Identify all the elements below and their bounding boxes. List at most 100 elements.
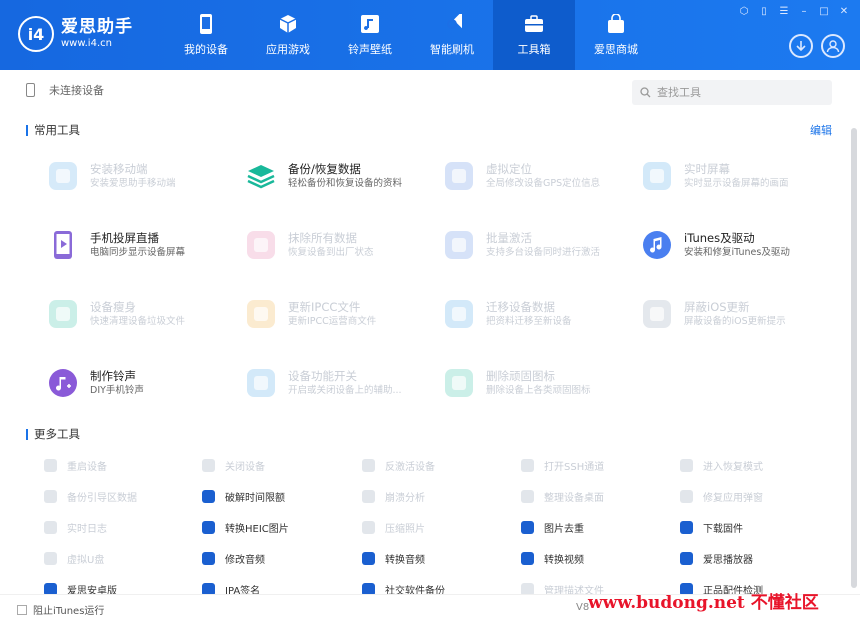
more-tool-12[interactable]: 转换HEIC图片: [202, 518, 357, 536]
nav-i4-store[interactable]: 爱思商城: [575, 0, 657, 70]
more-tool-14[interactable]: 图片去重: [521, 518, 676, 536]
tool-15[interactable]: 删除顽固图标 删除设备上各类顽固图标: [444, 363, 639, 403]
more-tool-10[interactable]: 修复应用弹窗: [680, 487, 835, 505]
tool-10[interactable]: 更新IPCC文件 更新IPCC运营商文件: [246, 294, 441, 334]
i4-logo-icon: i4: [18, 16, 54, 52]
window-controls: ⬡ ▯ ☰ – □ ✕: [738, 6, 850, 18]
more-tool-20[interactable]: 爱思播放器: [680, 549, 835, 567]
minimize-icon[interactable]: –: [798, 6, 810, 18]
more-tool-label: 压缩照片: [385, 523, 425, 535]
app-logo[interactable]: i4 爱思助手 www.i4.cn: [18, 16, 133, 52]
tool-5[interactable]: 手机投屏直播 电脑同步显示设备屏幕: [48, 225, 243, 265]
nav-smart-flash[interactable]: 智能刷机: [411, 0, 493, 70]
more-tool-label: 图片去重: [544, 523, 584, 535]
itunes-icon: [642, 230, 672, 260]
block-itunes-label: 阻止iTunes运行: [33, 606, 105, 617]
tool-12[interactable]: 屏蔽iOS更新 屏蔽设备的iOS更新提示: [642, 294, 837, 334]
boot-backup-icon: [44, 489, 57, 503]
nav-my-device[interactable]: 我的设备: [165, 0, 247, 70]
app-name: 爱思助手: [61, 17, 133, 37]
user-avatar-icon[interactable]: [821, 34, 845, 58]
nav-apps-games[interactable]: 应用游戏: [247, 0, 329, 70]
audio-edit-icon: [202, 551, 215, 565]
more-tool-13[interactable]: 压缩照片: [362, 518, 517, 536]
clock-icon: [202, 489, 215, 503]
more-tool-4[interactable]: 打开SSH通道: [521, 456, 676, 474]
tool-desc: 支持多台设备同时进行激活: [486, 247, 601, 258]
scrollbar[interactable]: [851, 128, 857, 588]
ipcc-icon: [246, 299, 276, 329]
maximize-icon[interactable]: □: [818, 6, 830, 18]
more-tool-2[interactable]: 关闭设备: [202, 456, 357, 474]
tool-2[interactable]: 备份/恢复数据 轻松备份和恢复设备的资料: [246, 156, 441, 196]
image-dedup-icon: [521, 520, 534, 534]
tool-4[interactable]: 实时屏幕 实时显示设备屏幕的画面: [642, 156, 837, 196]
tool-desc: 恢复设备到出厂状态: [288, 247, 374, 258]
tool-desc: 全局修改设备GPS定位信息: [486, 178, 601, 189]
more-tool-7[interactable]: 破解时间限额: [202, 487, 357, 505]
tool-title: 设备功能开关: [288, 369, 357, 383]
usb-drive-icon: [44, 551, 57, 565]
more-tool-label: 反激活设备: [385, 461, 435, 473]
firmware-download-icon: [680, 520, 693, 534]
more-tool-9[interactable]: 整理设备桌面: [521, 487, 676, 505]
tool-11[interactable]: 迁移设备数据 把资料迁移至新设备: [444, 294, 639, 334]
tool-title: 更新IPCC文件: [288, 300, 361, 314]
tool-3[interactable]: 虚拟定位 全局修改设备GPS定位信息: [444, 156, 639, 196]
refresh-icon: [441, 13, 463, 35]
tool-desc: 开启或关闭设备上的辅助...: [288, 385, 402, 396]
migrate-icon: [444, 299, 474, 329]
shopping-bag-icon: [605, 13, 627, 35]
feedback-icon[interactable]: ▯: [758, 6, 770, 18]
block-itunes-toggle[interactable]: 阻止iTunes运行: [17, 602, 104, 617]
more-tool-18[interactable]: 转换音频: [362, 549, 517, 567]
more-tool-15[interactable]: 下载固件: [680, 518, 835, 536]
tool-title: 抹除所有数据: [288, 231, 357, 245]
tool-6[interactable]: 抹除所有数据恢复设备到出厂状态: [246, 225, 441, 265]
more-tool-5[interactable]: 进入恢复模式: [680, 456, 835, 474]
more-tool-19[interactable]: 转换视频: [521, 549, 676, 567]
skin-icon[interactable]: ⬡: [738, 6, 750, 18]
tool-search[interactable]: [632, 80, 832, 105]
i4-app-icon: [48, 161, 78, 191]
download-icon[interactable]: [789, 34, 813, 58]
more-tool-16[interactable]: 虚拟U盘: [44, 549, 199, 567]
more-tool-1[interactable]: 重启设备: [44, 456, 199, 474]
more-tool-label: 崩溃分析: [385, 492, 425, 504]
tool-13[interactable]: 制作铃声 DIY手机铃声: [48, 363, 243, 403]
nav-toolbox[interactable]: 工具箱: [493, 0, 575, 70]
device-status: 未连接设备: [26, 82, 104, 98]
search-input[interactable]: [657, 86, 827, 99]
block-itunes-checkbox[interactable]: [17, 604, 27, 615]
tool-title: 实时屏幕: [684, 162, 730, 176]
more-tool-3[interactable]: 反激活设备: [362, 456, 517, 474]
tool-desc: 安装和修复iTunes及驱动: [684, 247, 790, 258]
tool-7[interactable]: 批量激活 支持多台设备同时进行激活: [444, 225, 639, 265]
tool-desc: 快速清理设备垃圾文件: [90, 316, 186, 327]
menu-icon[interactable]: ☰: [778, 6, 790, 18]
close-icon[interactable]: ✕: [838, 6, 850, 18]
ringtone-icon: [48, 368, 78, 398]
edit-link[interactable]: 编辑: [810, 122, 832, 138]
more-tool-11[interactable]: 实时日志: [44, 518, 199, 536]
tool-desc: 电脑同步显示设备屏幕: [90, 247, 186, 258]
log-icon: [44, 520, 57, 534]
tool-8[interactable]: iTunes及驱动 安装和修复iTunes及驱动: [642, 225, 837, 265]
more-tool-label: 重启设备: [67, 461, 107, 473]
tool-14[interactable]: 设备功能开关开启或关闭设备上的辅助...: [246, 363, 441, 403]
ssh-icon: [521, 458, 534, 472]
tool-1[interactable]: 安装移动端 安装爱思助手移动端: [48, 156, 243, 196]
power-icon: [202, 458, 215, 472]
tool-desc: 轻松备份和恢复设备的资料: [288, 178, 403, 189]
toolbox-icon: [523, 13, 545, 35]
more-tool-8[interactable]: 崩溃分析: [362, 487, 517, 505]
tool-desc: DIY手机铃声: [90, 385, 144, 396]
more-tool-17[interactable]: 修改音频: [202, 549, 357, 567]
tool-9[interactable]: 设备瘦身 快速清理设备垃圾文件: [48, 294, 243, 334]
tool-title: 屏蔽iOS更新: [684, 300, 750, 314]
slim-icon: [48, 299, 78, 329]
more-tool-6[interactable]: 备份引导区数据: [44, 487, 199, 505]
nav-ringtones-wallpapers[interactable]: 铃声壁纸: [329, 0, 411, 70]
more-tool-label: 下载固件: [703, 523, 743, 535]
more-tool-label: 转换视频: [544, 554, 584, 566]
